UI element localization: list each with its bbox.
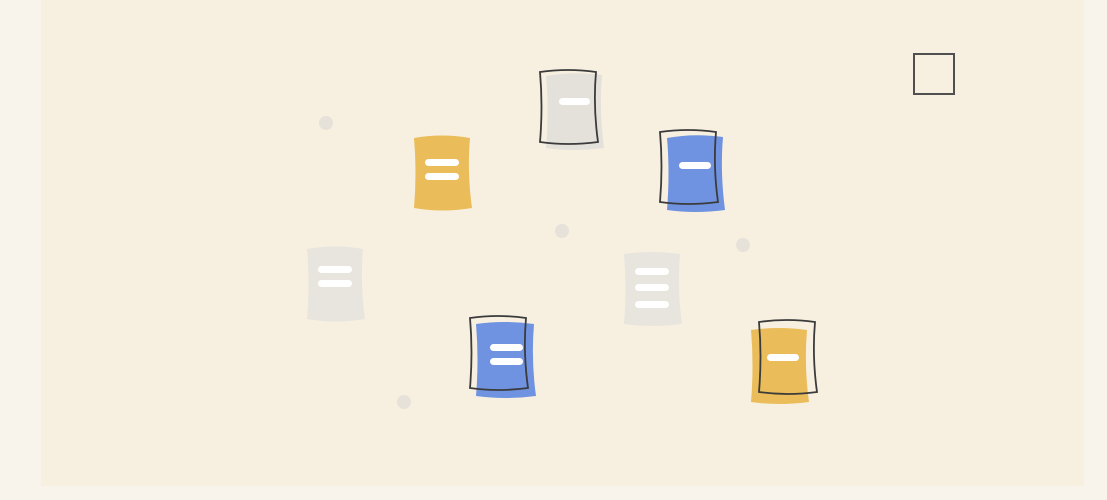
dot-1	[319, 116, 333, 130]
canvas-area	[41, 0, 1084, 486]
blue-card-outlined-two-bars[interactable]	[468, 315, 538, 398]
gray-card-outlined-one-bar[interactable]	[536, 69, 606, 150]
gold-card-outlined-one-bar[interactable]	[749, 319, 819, 404]
gold-card-two-bars[interactable]	[410, 134, 480, 214]
square-outline-icon[interactable]	[913, 53, 955, 95]
faded-gray-card-two-bars	[303, 245, 373, 325]
faded-gray-card-three-bars	[620, 252, 690, 332]
dot-2	[555, 224, 569, 238]
blue-card-outlined-one-bar[interactable]	[657, 129, 727, 212]
dot-3	[736, 238, 750, 252]
dot-4	[397, 395, 411, 409]
